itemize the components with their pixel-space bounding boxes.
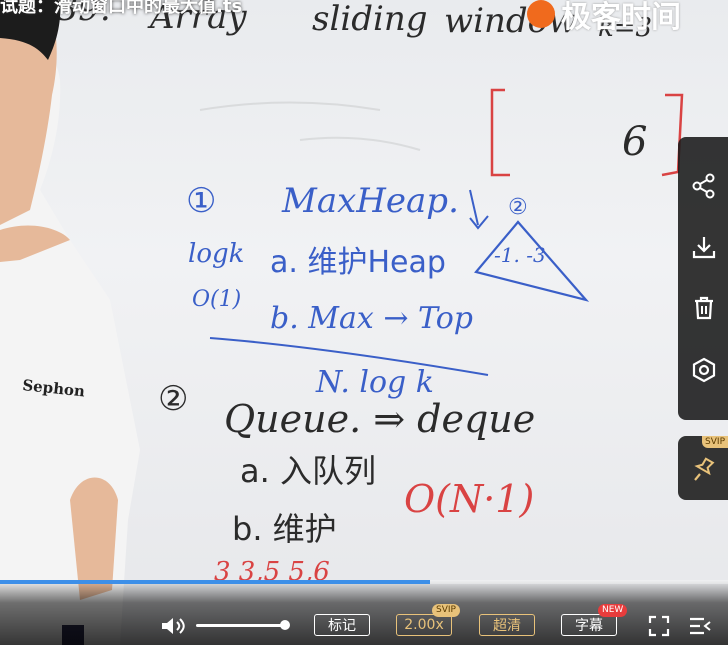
share-icon[interactable] [691,173,717,199]
volume-slider[interactable] [196,624,286,627]
triangle-values: -1. -3 [494,243,546,267]
settings-icon[interactable] [691,357,717,383]
quality-button[interactable]: 超清 [479,614,535,636]
whiteboard: 239. Array sliding window k=3 6 ① MaxHea… [0,0,684,645]
approach2-complexity: O(N·1) [404,477,534,521]
approach2-marker: ② [158,379,188,419]
triangle-marker: ② [508,195,528,220]
subtitle-button[interactable]: 字幕 [561,614,617,636]
bookmark-button[interactable]: 标记 [314,614,370,636]
download-icon[interactable] [691,234,717,260]
board-number-six: 6 [622,119,647,165]
approach1-line-b-prefix: O(1) [192,287,241,312]
brand-logo-icon [527,0,555,28]
pin-icon[interactable] [692,456,716,482]
volume-icon[interactable] [160,615,188,637]
approach1-line-a-prefix: logk [188,239,244,269]
board-header-sliding: sliding [312,0,428,39]
brand-watermark: 极客时间 [527,0,681,36]
progress-fill [0,580,430,584]
pin-panel[interactable]: SVIP [678,436,728,500]
video-title: 试题：滑动窗口中的最大值.ts [0,0,243,17]
side-action-panel [678,137,728,420]
subtitle-new-badge: NEW [598,604,628,617]
video-frame[interactable]: 239. Array sliding window k=3 6 ① MaxHea… [0,0,728,645]
player-controls: 标记 2.00x SVIP 超清 字幕 NEW [0,580,728,645]
playlist-icon[interactable] [688,615,712,637]
approach2-line-a: a. 入队列 [240,452,376,490]
approach2-name: Queue. ⇒ deque [224,397,535,441]
presenter [0,0,140,645]
pin-svip-badge: SVIP [702,436,728,448]
approach1-name: MaxHeap. [281,181,459,221]
trash-icon[interactable] [691,295,717,321]
fullscreen-icon[interactable] [648,615,670,637]
speed-svip-badge: SVIP [432,604,460,617]
approach1-line-a: a. 维护Heap [270,245,446,280]
approach1-line-b: b. Max → Top [270,301,473,336]
progress-bar[interactable] [0,580,728,584]
speed-button[interactable]: 2.00x [396,614,452,636]
volume-knob[interactable] [280,620,290,630]
approach1-total: N. log k [315,365,434,400]
approach2-line-b: b. 维护 [232,510,337,548]
brand-name: 极客时间 [561,0,681,35]
approach1-marker: ① [186,181,216,221]
